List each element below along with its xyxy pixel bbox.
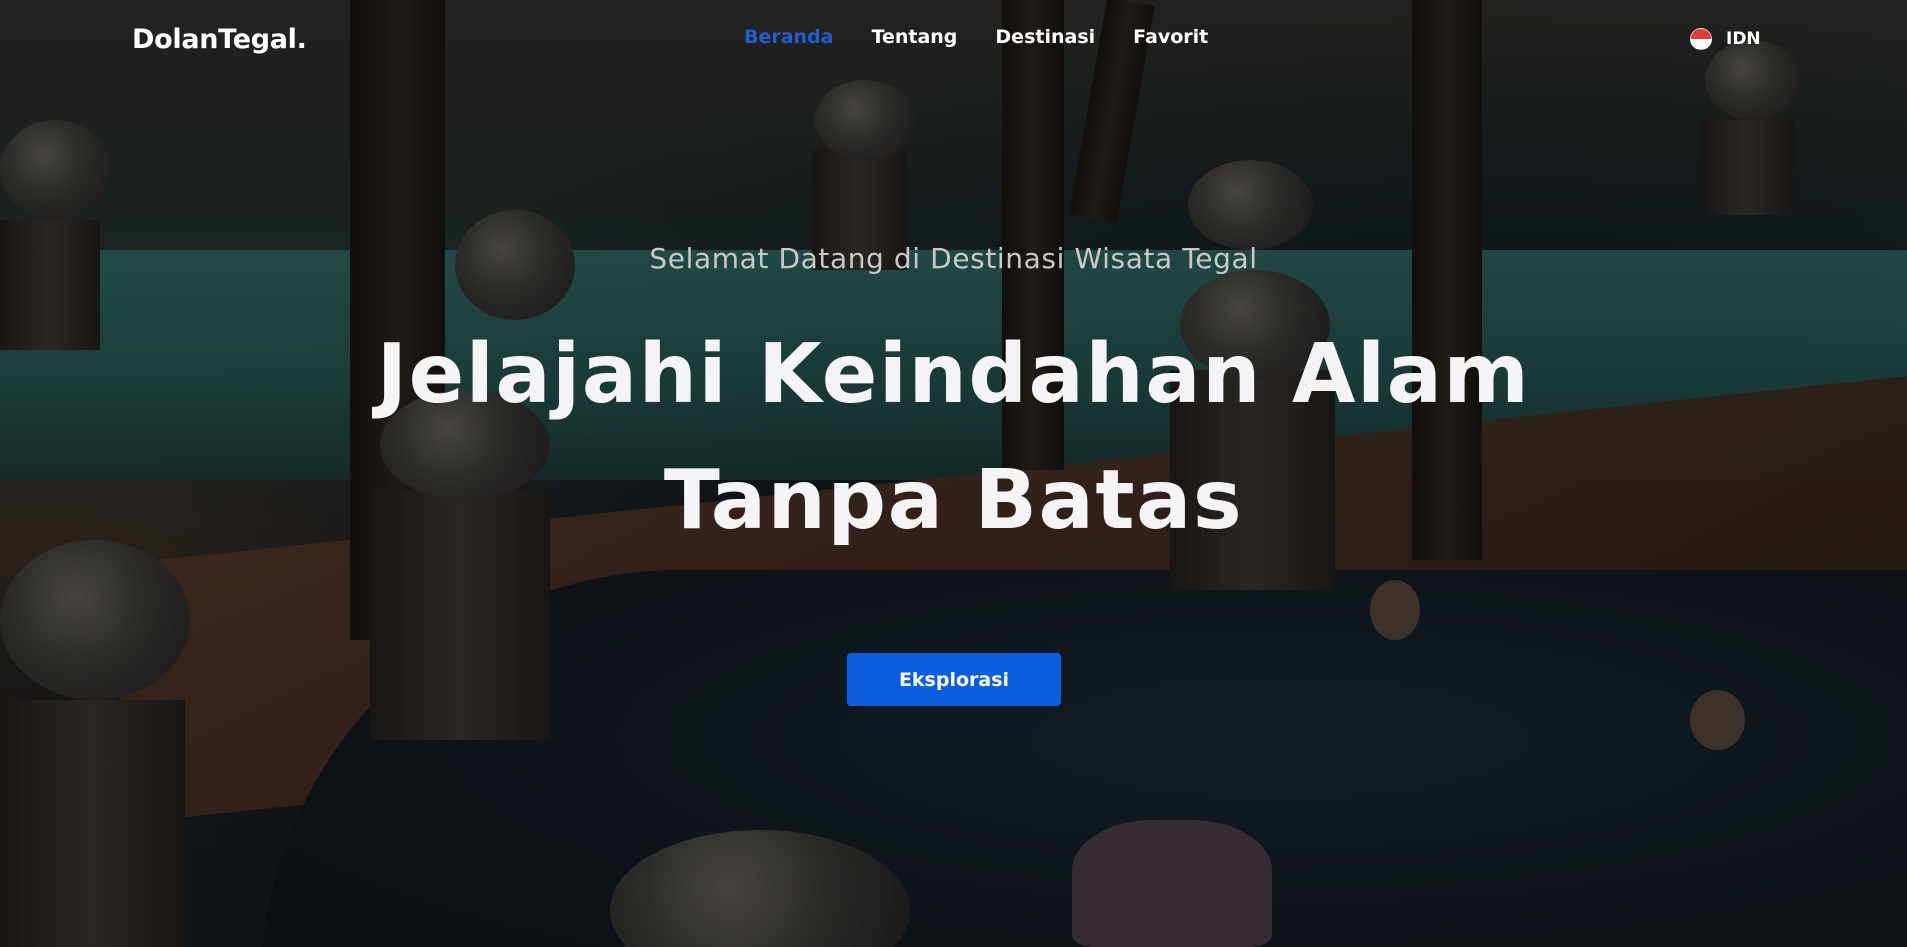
hero-headline-line-1: Jelajahi Keindahan Alam xyxy=(376,327,1531,422)
hero-section: DolanTegal. Beranda Tentang Destinasi Fa… xyxy=(0,0,1907,947)
site-logo[interactable]: DolanTegal. xyxy=(132,24,307,55)
nav-link-favorit[interactable]: Favorit xyxy=(1133,26,1208,48)
indonesia-flag-icon xyxy=(1690,28,1712,50)
hero-subtitle: Selamat Datang di Destinasi Wisata Tegal xyxy=(649,242,1258,275)
navbar: DolanTegal. Beranda Tentang Destinasi Fa… xyxy=(0,0,1907,78)
explore-button[interactable]: Eksplorasi xyxy=(847,653,1061,706)
nav-links: Beranda Tentang Destinasi Favorit xyxy=(744,26,1208,48)
hero-headline: Jelajahi Keindahan Alam Tanpa Batas xyxy=(0,312,1907,564)
language-label: IDN xyxy=(1726,29,1761,49)
language-switcher[interactable]: IDN xyxy=(1690,28,1761,50)
nav-link-destinasi[interactable]: Destinasi xyxy=(995,26,1095,48)
hero-headline-line-2: Tanpa Batas xyxy=(663,453,1244,548)
nav-link-tentang[interactable]: Tentang xyxy=(872,26,958,48)
nav-link-beranda[interactable]: Beranda xyxy=(744,26,834,48)
